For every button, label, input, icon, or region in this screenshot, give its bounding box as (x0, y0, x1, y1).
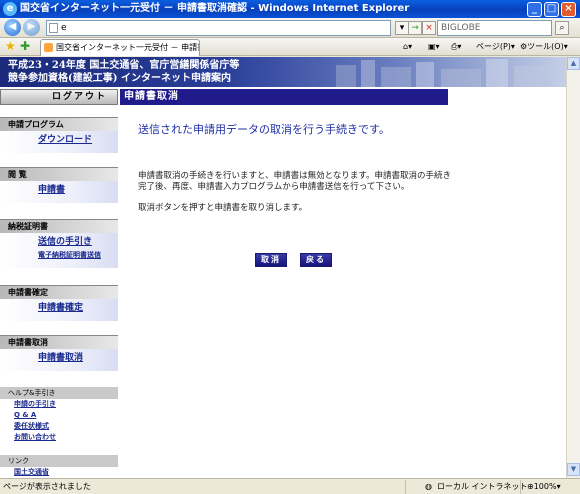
page-viewport: 平成23・24年度 国土交通省、官庁営繕関係省庁等 競争参加資格(建設工事) イ… (0, 57, 566, 478)
nav-section-browse: 閲 覧 申請書 (0, 167, 118, 203)
zoom-level: 100% (533, 482, 557, 491)
tools-menu-button[interactable]: ⚙ツール(O)▾ (520, 40, 568, 54)
window-title: 国交省インターネット一元受付 － 申請書取消確認 - Windows Inter… (20, 3, 410, 14)
tab-active[interactable]: 国交省インターネット一元受付 － 申請書取消確認 (40, 39, 200, 56)
nav-section-cancel: 申請書取消 申請書取消 (0, 335, 118, 371)
minimize-button[interactable]: _ (527, 2, 542, 17)
stop-button[interactable]: × (422, 21, 436, 35)
scroll-up-icon[interactable]: ▲ (567, 57, 580, 70)
favorites-star-icon[interactable]: ★ (5, 39, 16, 53)
zone-globe-icon: ◍ (425, 482, 432, 491)
go-button[interactable]: → (408, 21, 422, 35)
back-button[interactable]: 戻る (300, 253, 332, 267)
help-link-contact[interactable]: お問い合わせ (0, 432, 118, 443)
zone-text: ローカル イントラネット (437, 482, 528, 491)
title-bar: e 国交省インターネット一元受付 － 申請書取消確認 - Windows Int… (0, 0, 580, 18)
status-divider (405, 480, 406, 494)
nav-section-head: 申請プログラム (0, 117, 118, 131)
status-divider (520, 480, 521, 494)
nav-link-send-guide[interactable]: 送信の手引き (0, 236, 118, 249)
main-header: 申請書取消 (120, 89, 448, 105)
nav-link-download[interactable]: ダウンロード (0, 134, 118, 147)
link-mlit[interactable]: 国土交通省 (0, 467, 118, 478)
maximize-button[interactable]: □ (544, 2, 559, 17)
help-link-guide[interactable]: 申請の手引き (0, 399, 118, 410)
search-placeholder: BIGLOBE (441, 23, 481, 33)
site-banner: 平成23・24年度 国土交通省、官庁営繕関係省庁等 競争参加資格(建設工事) イ… (0, 57, 566, 87)
cancel-application-button[interactable]: 取消 (255, 253, 287, 267)
status-bar: ページが表示されました ◍ ローカル イントラネット ⊕100%▾ (0, 478, 580, 494)
page-icon (49, 23, 58, 33)
print-icon[interactable]: ⎙▾ (451, 40, 461, 54)
scroll-down-icon[interactable]: ▼ (567, 463, 580, 476)
nav-section-head: 納税証明書 (0, 219, 118, 233)
links-head: リンク (0, 455, 118, 467)
search-input[interactable]: BIGLOBE (437, 20, 552, 36)
vertical-scrollbar[interactable]: ▲ ▼ (566, 57, 580, 478)
nav-link-application[interactable]: 申請書 (0, 184, 118, 197)
page-menu-label: ページ(P) (476, 42, 511, 51)
instruction-text: 取消ボタンを押すと申請書を取り消します。 (138, 203, 308, 213)
nav-section-program: 申請プログラム ダウンロード (0, 117, 118, 153)
nav-link-e-tax-send[interactable]: 電子納税証明書送信 (0, 249, 118, 262)
nav-section-head: 申請書確定 (0, 285, 118, 299)
close-button[interactable]: × (561, 2, 576, 17)
help-link-qa[interactable]: Q & A (0, 410, 118, 421)
back-arrow-icon[interactable]: ◀ (4, 19, 21, 36)
description-text: 申請書取消の手続きを行いますと、申請書は無効となります。申請書取消の手続き完了後… (138, 171, 452, 192)
status-text: ページが表示されました (3, 482, 91, 491)
nav-section-head: 閲 覧 (0, 167, 118, 181)
page-menu-button[interactable]: ページ(P)▾ (476, 40, 515, 54)
nav-section-body: ダウンロード (0, 131, 118, 153)
nav-section-body: 申請書確定 (0, 299, 118, 321)
tab-page-icon (44, 43, 53, 52)
nav-link-cancel[interactable]: 申請書取消 (0, 352, 118, 365)
page-title: 送信された申請用データの取消を行う手続きです。 (138, 123, 390, 136)
help-link-proxy-form[interactable]: 委任状様式 (0, 421, 118, 432)
add-favorite-icon[interactable]: ✚ (20, 39, 30, 53)
ie-logo-icon: e (3, 2, 17, 16)
tools-menu-label: ツール(O) (527, 42, 564, 51)
banner-line-2: 競争参加資格(建設工事) インターネット申請案内 (8, 73, 231, 84)
nav-section-body: 送信の手引き 電子納税証明書送信 (0, 233, 118, 268)
nav-section-head: 申請書取消 (0, 335, 118, 349)
links-box: リンク 国土交通省 (0, 455, 118, 478)
nav-section-confirm: 申請書確定 申請書確定 (0, 285, 118, 321)
tab-label: 国交省インターネット一元受付 － 申請書取消確認 (56, 43, 199, 52)
help-box: ヘルプ&手引き 申請の手引き Q & A 委任状様式 お問い合わせ (0, 387, 118, 443)
address-dropdown-icon[interactable]: ▾ (395, 21, 409, 35)
address-toolbar: ◀ ▶ e ▾ → × BIGLOBE ⌕ (0, 18, 580, 38)
zoom-control[interactable]: ⊕100%▾ (527, 479, 561, 494)
address-input[interactable]: e (46, 20, 391, 36)
nav-section-body: 申請書取消 (0, 349, 118, 371)
main-content: 申請書取消 送信された申請用データの取消を行う手続きです。 申請書取消の手続きを… (120, 87, 566, 478)
nav-section-body: 申請書 (0, 181, 118, 203)
feeds-icon[interactable]: ▣▾ (428, 40, 440, 54)
home-icon[interactable]: ⌂▾ (403, 40, 412, 54)
nav-section-tax: 納税証明書 送信の手引き 電子納税証明書送信 (0, 219, 118, 268)
banner-line-1: 平成23・24年度 国土交通省、官庁営繕関係省庁等 (8, 60, 240, 71)
search-icon[interactable]: ⌕ (555, 21, 569, 35)
tab-toolbar: ★ ✚ 国交省インターネット一元受付 － 申請書取消確認 ⌂▾ ▣▾ ⎙▾ ペー… (0, 38, 580, 56)
logout-button[interactable]: ログアウト (0, 89, 118, 105)
forward-arrow-icon[interactable]: ▶ (23, 19, 40, 36)
left-navigation: ログアウト 申請プログラム ダウンロード 閲 覧 申請書 納税証明書 送信の手引… (0, 87, 118, 478)
help-head: ヘルプ&手引き (0, 387, 118, 399)
address-url: e (61, 23, 67, 33)
nav-link-confirm[interactable]: 申請書確定 (0, 302, 118, 315)
browser-window: e 国交省インターネット一元受付 － 申請書取消確認 - Windows Int… (0, 0, 580, 494)
